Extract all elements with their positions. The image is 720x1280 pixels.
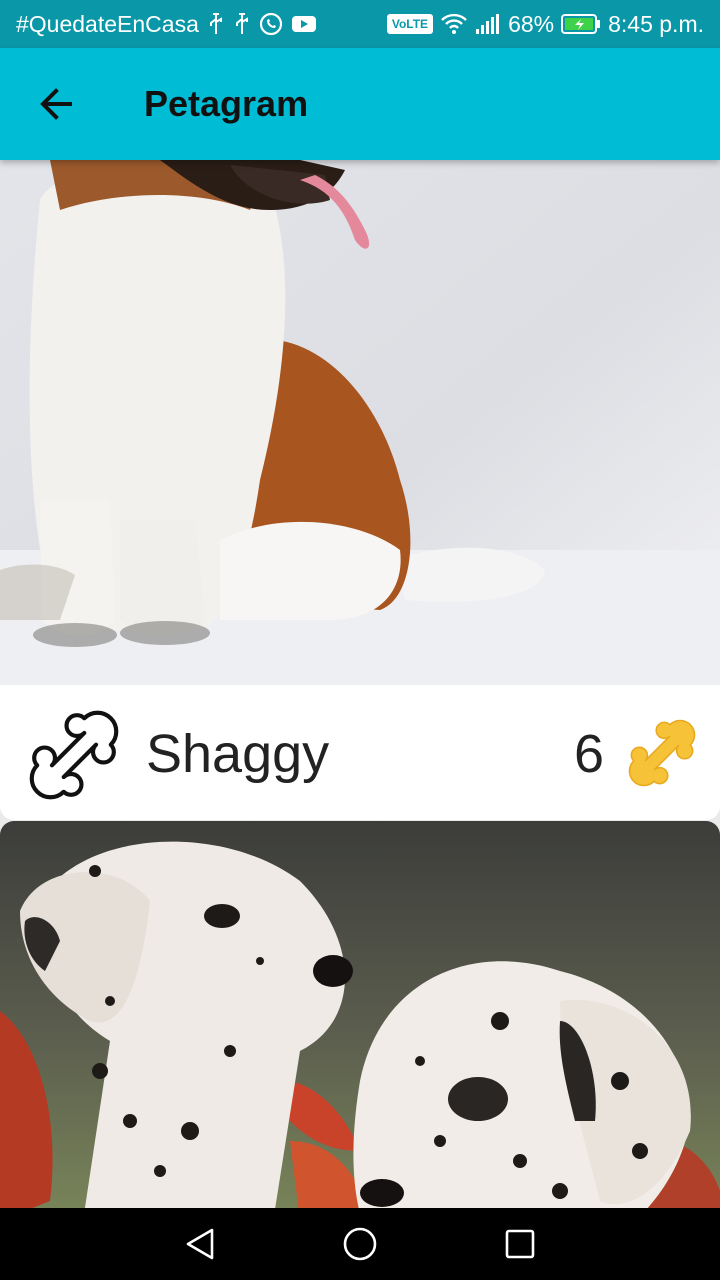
status-hashtag: #QuedateEnCasa <box>16 10 199 37</box>
likes-count: 6 <box>573 724 604 784</box>
nav-recents-button[interactable] <box>490 1214 550 1274</box>
pet-photo <box>0 821 720 1208</box>
signal-icon <box>475 13 501 35</box>
status-right: VoLTE 68% 8:45 p.m. <box>386 10 704 38</box>
usb-icon <box>233 13 251 35</box>
status-left: #QuedateEnCasa <box>16 11 317 38</box>
home-circle-icon <box>343 1227 377 1261</box>
back-button[interactable] <box>20 68 92 140</box>
pet-photo <box>0 160 720 685</box>
pet-list[interactable]: Shaggy 6 <box>0 160 720 1208</box>
pet-card-footer: Shaggy 6 <box>0 685 720 820</box>
pet-card: Shaggy 6 <box>0 160 720 820</box>
back-triangle-icon <box>186 1228 214 1260</box>
youtube-icon <box>291 14 317 34</box>
status-bar: #QuedateEnCasa VoLTE 68% 8:45 p.m. <box>0 0 720 48</box>
arrow-back-icon <box>40 88 72 120</box>
whatsapp-icon <box>259 12 283 36</box>
usb-icon <box>207 13 225 35</box>
app-bar: Petagram <box>0 48 720 160</box>
navigation-bar <box>0 1208 720 1280</box>
volte-icon: VoLTE <box>386 14 434 34</box>
pet-card <box>0 821 720 1208</box>
status-time: 8:45 p.m. <box>608 10 704 37</box>
pet-name: Shaggy <box>146 724 330 784</box>
battery-percent: 68% <box>508 10 555 37</box>
bone-outline-icon[interactable] <box>22 703 126 807</box>
nav-back-button[interactable] <box>170 1214 230 1274</box>
nav-home-button[interactable] <box>330 1214 390 1274</box>
battery-charging-icon <box>561 13 601 35</box>
app-title: Petagram <box>144 83 309 124</box>
recents-square-icon <box>505 1229 535 1259</box>
bone-filled-icon <box>628 719 696 787</box>
wifi-icon <box>440 12 468 36</box>
